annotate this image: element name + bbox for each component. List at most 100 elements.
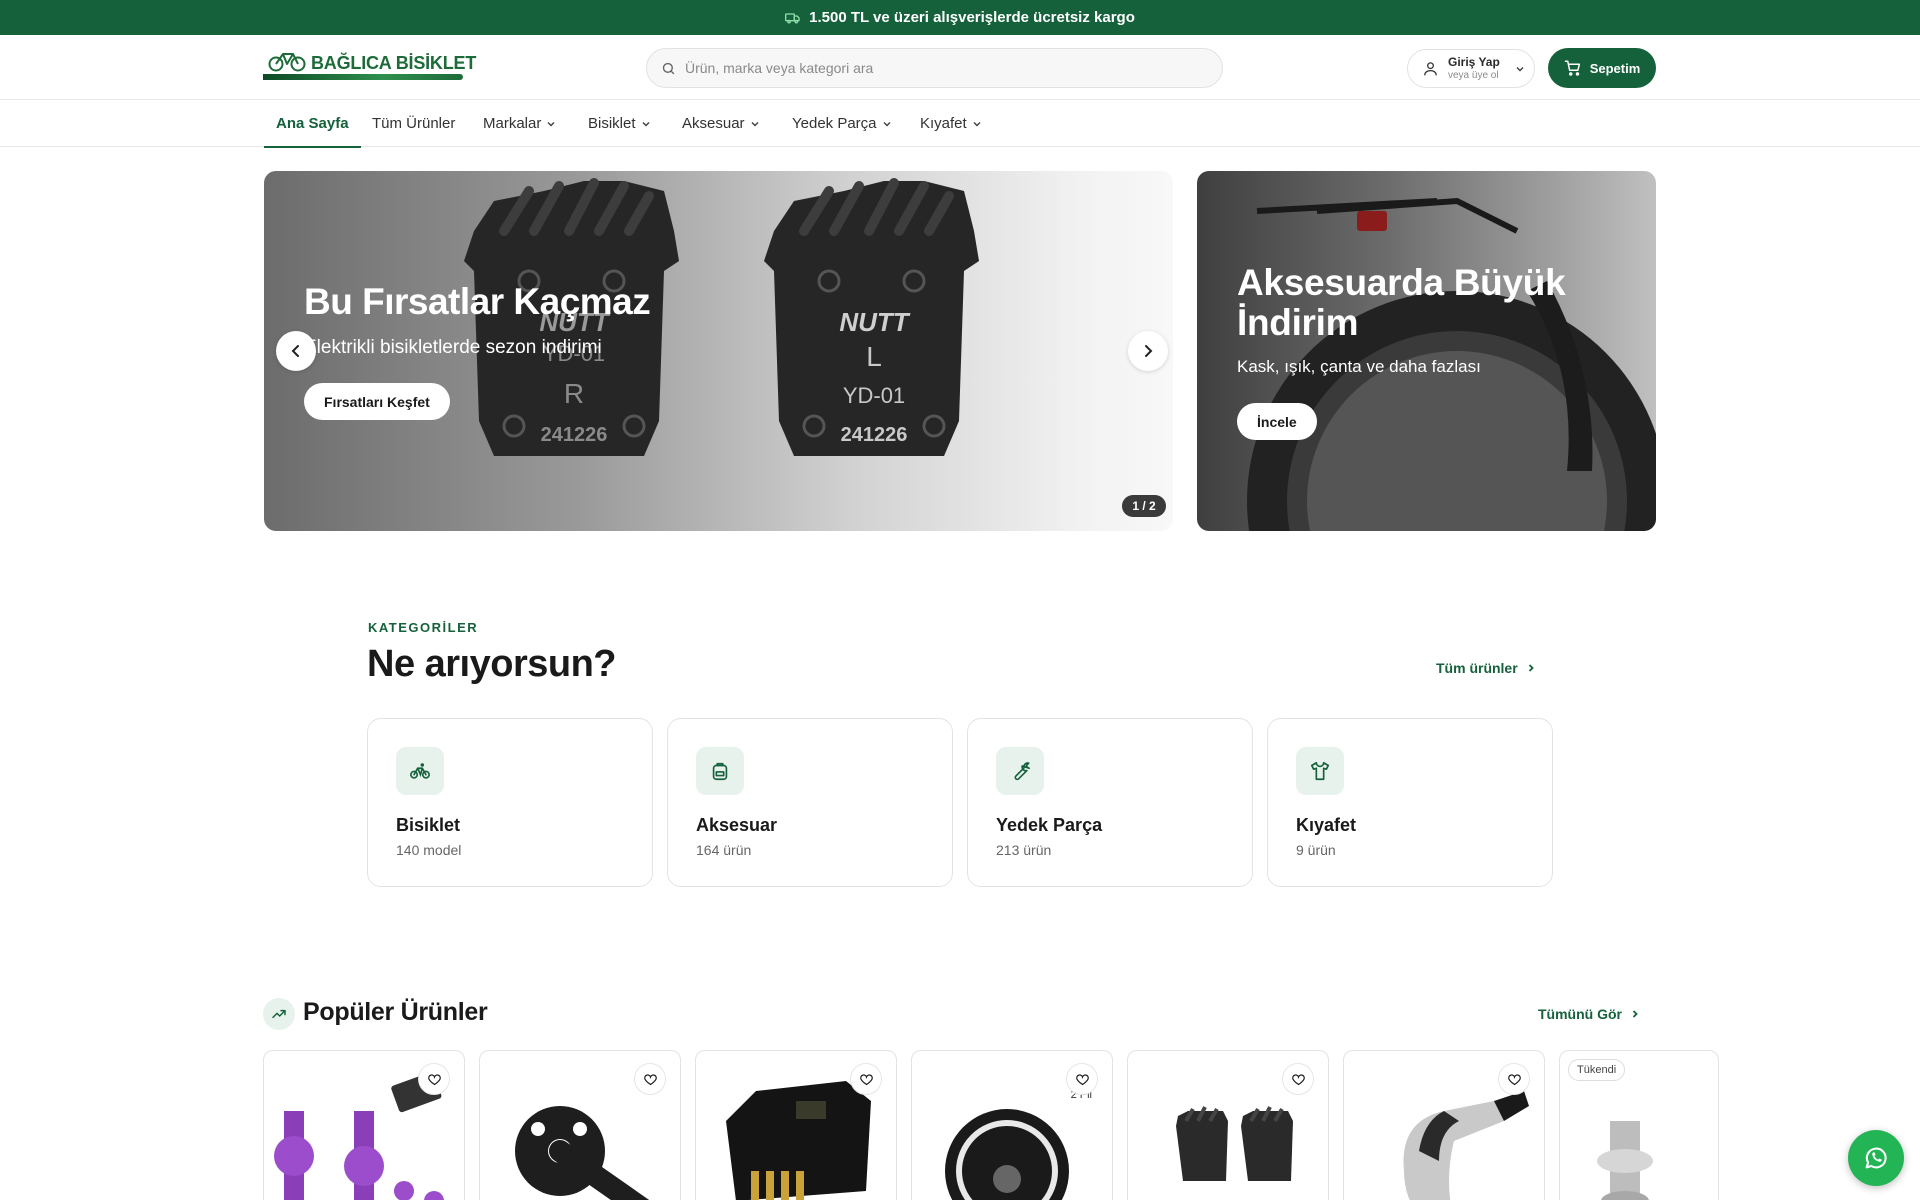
user-icon [1424,62,1437,76]
nav-label: Bisiklet [588,115,636,132]
register-sublabel: veya üye ol [1448,69,1499,81]
product-card[interactable] [263,1050,465,1200]
announcement-text: 1.500 TL ve üzeri alışverişlerde ücretsi… [809,9,1135,26]
favorite-button[interactable] [1066,1063,1098,1095]
promo-banner[interactable]: Aksesuarda Büyük İndirim Kask, ışık, çan… [1197,171,1656,531]
category-count: 164 ürün [696,842,752,858]
chevron-right-icon [1145,345,1153,357]
logo-text: BAĞLICA BİSİKLET [311,53,477,73]
favorite-button[interactable] [418,1063,450,1095]
see-all-label: Tümünü Gör [1538,1006,1622,1022]
search-icon [662,62,675,74]
hero-cta-button[interactable]: Fırsatları Keşfet [304,383,450,420]
search-input[interactable] [685,60,1185,76]
pad-right-code: YD-01 [843,383,905,408]
categories-eyebrow: KATEGORİLER [368,620,479,635]
logo-bicycle-icon [268,53,306,72]
hero-slider[interactable]: NUTT YD-01 R 241226 NUTT L YD-01 241226 … [264,171,1173,531]
pad-right-side: L [866,341,882,372]
site-logo[interactable]: BAĞLICA BİSİKLET [263,47,476,87]
nav-item-accessories[interactable]: Aksesuar [682,100,760,147]
chevron-left-icon [291,345,299,357]
category-card-yedek-parca[interactable]: Yedek Parça 213 ürün [967,718,1253,887]
popular-products-title: Popüler Ürünler [303,998,488,1026]
heart-icon [1507,1073,1521,1085]
nav-item-spare-parts[interactable]: Yedek Parça [792,100,892,147]
out-of-stock-badge: Tükendi [1568,1059,1626,1081]
chevron-right-icon [1632,1010,1638,1018]
nav-item-clothing[interactable]: Kıyafet [920,100,982,147]
promo-title: Aksesuarda Büyük İndirim [1237,262,1566,343]
main-nav: Ana Sayfa Tüm Ürünler Markalar Bisiklet … [0,100,1920,148]
nav-label: Kıyafet [920,115,967,132]
chevron-down-icon [882,121,891,127]
nav-label: Markalar [483,115,542,132]
whatsapp-icon [1865,1147,1887,1169]
nav-label: Yedek Parça [792,115,877,132]
nav-label: Aksesuar [682,115,745,132]
cart-label: Sepetim [1589,60,1641,76]
favorite-button[interactable] [634,1063,666,1095]
category-card-aksesuar[interactable]: Aksesuar 164 ürün [667,718,953,887]
nav-item-all-products[interactable]: Tüm Ürünler [372,100,455,147]
hero-title: Bu Fırsatlar Kaçmaz [304,281,651,322]
popular-icon-box [263,998,295,1030]
chevron-down-icon [1516,66,1524,72]
pad-left-number: 241226 [541,424,608,446]
product-card[interactable]: Tükendi [1559,1050,1719,1200]
slider-prev-button[interactable] [276,331,316,371]
product-card[interactable] [695,1050,897,1200]
announcement-bar: 1.500 TL ve üzeri alışverişlerde ücretsi… [0,0,1920,35]
cart-button[interactable]: Sepetim [1548,48,1656,88]
chevron-down-icon [973,121,981,127]
category-card-bisiklet[interactable]: Bisiklet 140 model [367,718,653,887]
see-all-link[interactable]: Tümünü Gör [1538,1006,1640,1022]
promo-cta-button[interactable]: İncele [1237,403,1317,440]
category-card-kiyafet[interactable]: Kıyafet 9 ürün [1267,718,1553,887]
product-card[interactable]: 2 Pil [911,1050,1113,1200]
category-name: Yedek Parça [996,815,1103,835]
all-products-label: Tüm ürünler [1436,660,1518,676]
backpack-icon [712,762,728,781]
nav-item-home[interactable]: Ana Sayfa [264,100,361,148]
pad-left-side: R [564,378,584,409]
category-icon-box [996,747,1044,795]
chevron-down-icon [641,121,650,127]
nav-item-bicycle[interactable]: Bisiklet [588,100,651,147]
category-icon-box [1296,747,1344,795]
category-icon-box [696,747,744,795]
product-card[interactable] [1127,1050,1329,1200]
heart-icon [859,1073,873,1085]
promo-subtitle: Kask, ışık, çanta ve daha fazlası [1237,357,1481,376]
wrench-icon [1014,762,1030,781]
all-products-link[interactable]: Tüm ürünler [1436,660,1536,676]
bike-wheel-image [1247,197,1656,531]
hero-subtitle: Elektrikli bisikletlerde sezon indirimi [304,337,602,358]
product-card[interactable] [479,1050,681,1200]
favorite-button[interactable] [1282,1063,1314,1095]
heart-icon [643,1073,657,1085]
pad-right-number: 241226 [841,424,908,446]
nav-item-brands[interactable]: Markalar [483,100,556,147]
category-count: 213 ürün [996,842,1052,858]
whatsapp-button[interactable] [1848,1130,1904,1186]
heart-icon [1075,1073,1089,1085]
login-button[interactable]: Giriş Yap veya üye ol [1407,49,1535,88]
category-icon-box [396,747,444,795]
product-card[interactable] [1343,1050,1545,1200]
category-name: Kıyafet [1296,815,1357,835]
trending-up-icon [272,1009,286,1019]
chevron-down-icon [547,121,555,127]
chevron-right-icon [1528,664,1534,672]
favorite-button[interactable] [1498,1063,1530,1095]
search-bar[interactable] [646,48,1223,88]
category-count: 140 model [396,842,462,858]
favorite-button[interactable] [850,1063,882,1095]
categories-title: Ne arıyorsun? [367,643,617,685]
heart-icon [427,1073,441,1085]
category-name: Aksesuar [696,815,778,835]
site-header: BAĞLICA BİSİKLET Giriş Yap veya üye ol S… [0,35,1920,100]
slider-next-button[interactable] [1128,331,1168,371]
nav-label: Ana Sayfa [276,115,349,132]
chevron-down-icon [751,121,759,127]
